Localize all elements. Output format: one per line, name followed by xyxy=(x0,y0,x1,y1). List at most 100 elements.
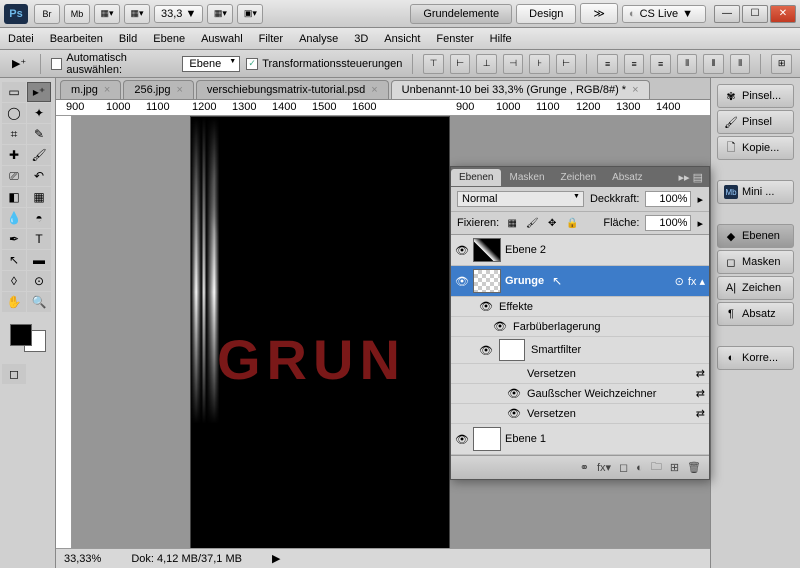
distribute-3[interactable]: ≡ xyxy=(650,54,671,74)
opacity-arrow-icon[interactable]: ▸ xyxy=(697,193,703,206)
arrange-button[interactable]: ▣▾ xyxy=(237,4,263,24)
hand-tool[interactable]: ✋ xyxy=(2,292,26,312)
visibility-icon[interactable]: 👁 xyxy=(455,433,469,446)
lasso-tool[interactable]: ◯ xyxy=(2,103,26,123)
align-right[interactable]: ⊢ xyxy=(556,54,577,74)
link-icon[interactable]: ⚭ xyxy=(580,461,589,474)
filter-edit-icon[interactable]: ⇄ xyxy=(696,387,705,400)
sub-effekte[interactable]: 👁Effekte xyxy=(451,297,709,317)
dock-pinsel[interactable]: 🖌Pinsel xyxy=(717,110,794,134)
bridge-button[interactable]: Br xyxy=(34,4,60,24)
brush-tool[interactable]: 🖌 xyxy=(27,145,51,165)
filter-edit-icon[interactable]: ⇄ xyxy=(696,407,705,420)
align-vmid[interactable]: ⊢ xyxy=(450,54,471,74)
new-layer-icon[interactable]: ⊞ xyxy=(670,461,679,474)
workspace-more[interactable]: ≫ xyxy=(580,3,618,24)
dodge-tool[interactable]: ◓ xyxy=(27,208,51,228)
canvas[interactable]: GRUN xyxy=(190,116,450,548)
shape-tool[interactable]: ▬ xyxy=(27,250,51,270)
visibility-icon[interactable]: 👁 xyxy=(507,387,521,400)
zoom-tool[interactable]: 🔍 xyxy=(27,292,51,312)
menu-fenster[interactable]: Fenster xyxy=(436,33,473,45)
filter-edit-icon[interactable]: ⇄ xyxy=(696,367,705,380)
align-top[interactable]: ⊤ xyxy=(423,54,444,74)
align-bottom[interactable]: ⊥ xyxy=(476,54,497,74)
hand-mode-button[interactable]: ▦▾ xyxy=(207,4,233,24)
panel-tab-masken[interactable]: Masken xyxy=(501,169,552,186)
panel-tab-zeichen[interactable]: Zeichen xyxy=(553,169,605,186)
stamp-tool[interactable]: ⎚ xyxy=(2,166,26,186)
camera-tool[interactable]: ⊙ xyxy=(27,271,51,291)
close-icon[interactable]: × xyxy=(176,84,182,96)
lock-all-icon[interactable]: 🔒 xyxy=(565,216,579,230)
menu-ansicht[interactable]: Ansicht xyxy=(384,33,420,45)
distribute-5[interactable]: ⫴ xyxy=(703,54,724,74)
menu-datei[interactable]: Datei xyxy=(8,33,34,45)
pen-tool[interactable]: ✒ xyxy=(2,229,26,249)
visibility-icon[interactable]: 👁 xyxy=(455,244,469,257)
menu-bearbeiten[interactable]: Bearbeiten xyxy=(50,33,103,45)
doc-tab-3[interactable]: Unbenannt-10 bei 33,3% (Grunge , RGB/8#)… xyxy=(391,80,650,99)
screen-mode-button[interactable]: ▦▾ xyxy=(94,4,120,24)
doc-tab-1[interactable]: 256.jpg× xyxy=(123,80,194,99)
layer-ebene2[interactable]: 👁Ebene 2 xyxy=(451,235,709,266)
minimize-button[interactable]: — xyxy=(714,5,740,23)
path-tool[interactable]: ↖ xyxy=(2,250,26,270)
align-hmid[interactable]: ⊦ xyxy=(529,54,550,74)
blur-tool[interactable]: 💧 xyxy=(2,208,26,228)
move-tool[interactable]: ▸⁺ xyxy=(27,82,51,102)
close-icon[interactable]: × xyxy=(371,84,377,96)
layer-grunge[interactable]: 👁Grunge↖⊙fx ▴ xyxy=(451,266,709,297)
cslive-button[interactable]: CS Live ▼ xyxy=(622,5,706,23)
visibility-icon[interactable]: 👁 xyxy=(479,300,493,313)
doc-tab-2[interactable]: verschiebungsmatrix-tutorial.psd× xyxy=(196,80,389,99)
menu-analyse[interactable]: Analyse xyxy=(299,33,338,45)
lock-transparent-icon[interactable]: ▦ xyxy=(505,216,519,230)
mask-icon[interactable]: ◻ xyxy=(619,461,628,474)
wand-tool[interactable]: ✦ xyxy=(27,103,51,123)
gradient-tool[interactable]: ▦ xyxy=(27,187,51,207)
doc-tab-0[interactable]: m.jpg× xyxy=(60,80,121,99)
marquee-tool[interactable]: ▭ xyxy=(2,82,26,102)
3d-tool[interactable]: ◊ xyxy=(2,271,26,291)
sub-farbueberlagerung[interactable]: 👁Farbüberlagerung xyxy=(451,317,709,337)
dock-mini[interactable]: MbMini ... xyxy=(717,180,794,204)
distribute-1[interactable]: ≡ xyxy=(597,54,618,74)
layer-ebene1[interactable]: 👁Ebene 1 xyxy=(451,424,709,455)
opacity-input[interactable]: 100% xyxy=(645,191,691,207)
dock-masken[interactable]: ◻Masken xyxy=(717,250,794,274)
visibility-icon[interactable]: 👁 xyxy=(507,407,521,420)
layers-panel[interactable]: Ebenen Masken Zeichen Absatz ▸▸ ▤ Normal… xyxy=(450,166,710,480)
sub-versetzen2[interactable]: 👁Versetzen⇄ xyxy=(451,404,709,424)
dock-pinsel-preset[interactable]: ✾Pinsel... xyxy=(717,84,794,108)
fill-arrow-icon[interactable]: ▸ xyxy=(697,217,703,230)
heal-tool[interactable]: ✚ xyxy=(2,145,26,165)
type-tool[interactable]: T xyxy=(27,229,51,249)
panel-tab-absatz[interactable]: Absatz xyxy=(604,169,651,186)
visibility-icon[interactable]: 👁 xyxy=(455,275,469,288)
close-icon[interactable]: × xyxy=(632,84,638,96)
sub-versetzen1[interactable]: Versetzen⇄ xyxy=(451,364,709,384)
visibility-icon[interactable]: 👁 xyxy=(493,320,507,333)
menu-ebene[interactable]: Ebene xyxy=(153,33,185,45)
panel-tab-ebenen[interactable]: Ebenen xyxy=(451,169,501,186)
zoom-dropdown[interactable]: 33,3 ▼ xyxy=(154,5,203,23)
sub-smartfilter[interactable]: 👁Smartfilter xyxy=(451,337,709,364)
distribute-2[interactable]: ≡ xyxy=(624,54,645,74)
trash-icon[interactable]: 🗑 xyxy=(687,461,701,474)
transform-controls-check[interactable]: ✓Transformationssteuerungen xyxy=(246,58,402,70)
lock-position-icon[interactable]: ✥ xyxy=(545,216,559,230)
menu-filter[interactable]: Filter xyxy=(259,33,283,45)
lock-pixels-icon[interactable]: 🖌 xyxy=(525,216,539,230)
dock-kopie[interactable]: 🗋Kopie... xyxy=(717,136,794,160)
workspace-design[interactable]: Design xyxy=(516,4,576,24)
color-swatch[interactable] xyxy=(6,320,50,356)
close-icon[interactable]: × xyxy=(104,84,110,96)
eraser-tool[interactable]: ◧ xyxy=(2,187,26,207)
auto-align[interactable]: ⊞ xyxy=(771,54,792,74)
fill-input[interactable]: 100% xyxy=(645,215,691,231)
fx-add-icon[interactable]: fx▾ xyxy=(597,461,611,474)
distribute-4[interactable]: ⫴ xyxy=(677,54,698,74)
fx-icon[interactable]: fx ▴ xyxy=(688,275,705,288)
dock-korre[interactable]: ◐Korre... xyxy=(717,346,794,370)
